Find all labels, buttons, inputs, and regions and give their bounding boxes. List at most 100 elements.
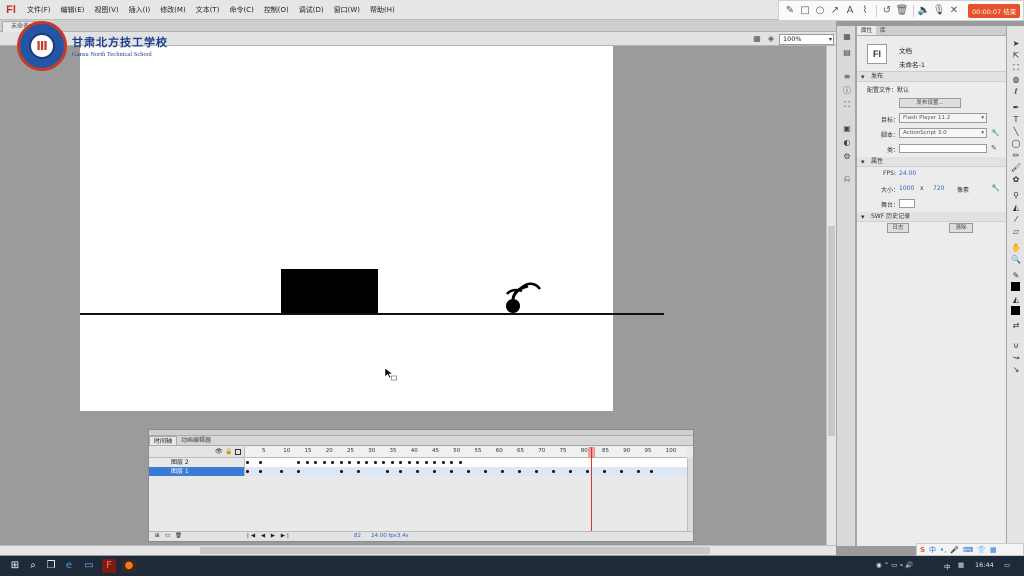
keyframe[interactable] (467, 470, 470, 473)
section-swf-history[interactable]: SWF 历史记录 (857, 212, 1006, 222)
punctuation-icon[interactable]: •, (940, 546, 946, 554)
keyframe[interactable] (416, 461, 419, 464)
keyframe[interactable] (535, 470, 538, 473)
layer-frames[interactable] (244, 458, 687, 467)
fill-color-icon[interactable]: ◭ (1010, 294, 1022, 305)
keyframe[interactable] (552, 470, 555, 473)
new-layer-icon[interactable]: ⊞ (155, 533, 160, 539)
menu-commands[interactable]: 命令(C) (224, 5, 258, 15)
clear-button[interactable]: 清除 (949, 223, 973, 233)
fps-readout[interactable]: 24.00 fps (371, 533, 397, 539)
keyframe[interactable] (314, 461, 317, 464)
subselection-tool-icon[interactable]: ⇱ (1010, 50, 1022, 61)
rectangle-icon[interactable]: □ (798, 4, 812, 18)
keyframe[interactable] (407, 461, 411, 464)
section-properties[interactable]: 属性 (857, 157, 1006, 167)
circle-icon[interactable]: ○ (813, 4, 827, 18)
log-button[interactable]: 日志 (887, 223, 909, 233)
keyframe[interactable] (356, 461, 360, 464)
library-icon[interactable]: ▤ (842, 48, 852, 58)
menu-edit[interactable]: 编辑(E) (56, 5, 90, 15)
swatches-icon[interactable]: ▦ (842, 32, 852, 42)
layer-frames[interactable] (244, 467, 687, 476)
keyframe[interactable] (382, 461, 385, 464)
keyframe[interactable] (569, 470, 572, 473)
text-tool-icon[interactable]: T (1010, 114, 1022, 125)
keyframe[interactable] (305, 461, 309, 464)
keyframe[interactable] (339, 461, 343, 464)
components-icon[interactable]: ▣ (842, 124, 852, 134)
selection-tool-icon[interactable]: ➤ (1010, 38, 1022, 49)
pencil-icon[interactable]: ✎ (991, 144, 997, 152)
line-tool-icon[interactable]: ╲ (1010, 126, 1022, 137)
eyedropper-tool-icon[interactable]: ⁄ (1010, 214, 1022, 225)
wrench-icon[interactable]: 🔧 (991, 184, 1000, 192)
lasso-tool-icon[interactable]: ℓ (1010, 86, 1022, 97)
stroke-color-swatch[interactable] (1011, 282, 1020, 291)
align-icon[interactable]: ≡ (842, 72, 852, 82)
clock[interactable]: 16:44 (975, 561, 994, 569)
snap-magnet-icon[interactable]: ⊍ (1010, 340, 1022, 351)
keyframe[interactable] (297, 461, 300, 464)
keyframe[interactable] (399, 461, 402, 464)
fill-color-swatch[interactable] (1011, 306, 1020, 315)
menu-window[interactable]: 窗口(W) (329, 5, 365, 15)
keyframe[interactable] (620, 470, 623, 473)
keyframe[interactable] (424, 461, 428, 464)
search-icon[interactable]: ⌕ (26, 559, 40, 573)
frame-ruler[interactable]: 5 10 15 20 25 30 35 40 45 50 55 60 65 70 75 80 85 90 95 100 (244, 447, 687, 458)
close-icon[interactable]: ✕ (947, 4, 961, 18)
keyframe[interactable] (246, 470, 249, 473)
section-publish[interactable]: 发布 (857, 72, 1006, 82)
app-icon[interactable]: ▭ (82, 559, 96, 573)
tab-timeline[interactable]: 时间轴 (149, 436, 178, 445)
keyframe[interactable] (322, 461, 326, 464)
zoom-tool-icon[interactable]: 🔍 (1010, 254, 1022, 265)
undo-icon[interactable]: ↺ (880, 4, 894, 18)
sogou-logo-icon[interactable]: S (920, 546, 925, 554)
current-frame[interactable]: 82 (354, 533, 361, 539)
tab-library[interactable]: 库 (876, 26, 890, 35)
keyframe[interactable] (501, 470, 504, 473)
deco-tool-icon[interactable]: ✿ (1010, 174, 1022, 185)
edit-scene-icon[interactable]: ◈ (766, 34, 776, 44)
keyframe[interactable] (258, 461, 262, 464)
free-transform-tool-icon[interactable]: ⛶ (1010, 62, 1022, 73)
pencil-tool-icon[interactable]: ✏ (1010, 150, 1022, 161)
history-icon[interactable]: ⎌ (842, 174, 852, 184)
scroll-thumb[interactable] (200, 547, 710, 554)
skin-icon[interactable]: 👕 (977, 546, 986, 554)
straighten-icon[interactable]: ↘ (1010, 364, 1022, 375)
highlighter-icon[interactable]: ⌇ (858, 4, 872, 18)
toolbox-icon[interactable]: ▦ (990, 546, 997, 554)
layer-row[interactable]: 图层 2 (149, 458, 244, 467)
smooth-icon[interactable]: ↝ (1010, 352, 1022, 363)
keyframe[interactable] (416, 470, 419, 473)
notification-icon[interactable]: ▭ (1004, 561, 1010, 569)
lock-icon[interactable]: 🔒 (225, 448, 232, 455)
menu-view[interactable]: 视图(V) (89, 5, 123, 15)
keyframe[interactable] (339, 470, 343, 473)
ground-line[interactable] (80, 313, 664, 315)
wrench-icon[interactable]: 🔧 (991, 129, 1000, 137)
timeline-scrollbar[interactable] (687, 458, 693, 531)
class-input[interactable] (899, 144, 987, 153)
keyframe[interactable] (280, 470, 283, 473)
pen-icon[interactable]: ✎ (783, 4, 797, 18)
height-value[interactable]: 720 (933, 185, 944, 192)
tray-lang[interactable]: 中 (944, 561, 951, 571)
code-snippets-icon[interactable]: ⚙ (842, 152, 852, 162)
microphone-icon[interactable]: 🎤 (950, 546, 959, 554)
recorder-taskbar-icon[interactable]: ● (122, 559, 136, 573)
stage[interactable] (80, 46, 664, 411)
tab-motion-editor[interactable]: 动画编辑器 (177, 436, 215, 445)
layer-row-selected[interactable]: 图层 1 (149, 467, 244, 476)
record-stop-button[interactable]: 00:00:07 结束 (968, 3, 1021, 18)
flash-taskbar-icon[interactable]: F (102, 559, 116, 573)
oval-tool-icon[interactable]: ◯ (1010, 138, 1022, 149)
eraser-tool-icon[interactable]: ▱ (1010, 226, 1022, 237)
keyframe[interactable] (365, 461, 368, 464)
keyframe[interactable] (637, 470, 640, 473)
menu-text[interactable]: 文本(T) (191, 5, 225, 15)
keyframe[interactable] (399, 470, 402, 473)
